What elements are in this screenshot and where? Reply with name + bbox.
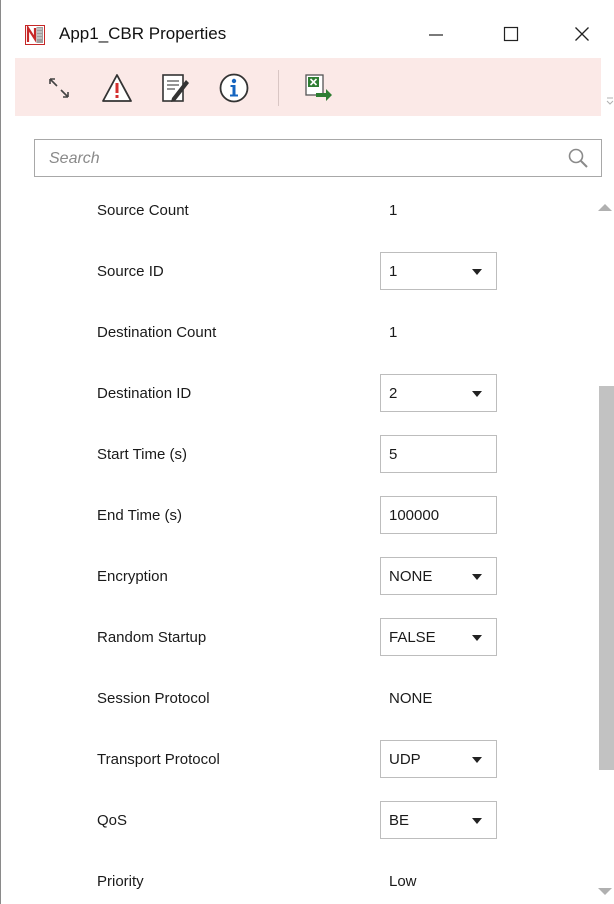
search-box[interactable] [34,139,602,177]
property-label: Encryption [97,568,168,585]
title-bar[interactable]: App1_CBR Properties [1,0,614,58]
property-row-source-id: Source ID 1 [1,241,597,302]
property-row-qos: QoS BE [1,790,597,851]
minimize-button[interactable] [413,14,459,54]
property-label: End Time (s) [97,507,183,524]
property-label: Source ID [97,263,164,280]
dropdown-value: UDP [389,751,421,768]
netsim-app-icon [25,24,45,45]
dropdown-value: BE [389,812,410,829]
dropdown-value: FALSE [389,629,436,646]
maximize-button[interactable] [488,14,534,54]
property-label: Session Protocol [97,690,210,707]
property-row-random-startup: Random Startup FALSE [1,607,597,668]
property-value: Low [389,873,417,890]
scrollbar-thumb[interactable] [599,386,614,770]
property-row-destination-count: Destination Count 1 [1,302,597,363]
search-input[interactable] [47,147,531,171]
properties-window: App1_CBR Properties Search Source Count … [0,0,614,904]
export-excel-icon [305,74,332,101]
scroll-down-arrow[interactable] [598,888,612,895]
dropdown-value: NONE [389,568,433,585]
expand-icon [49,78,69,98]
window-title: App1_CBR Properties [59,24,227,43]
property-label: Source Count [97,202,189,219]
toolbar-overflow-arrow[interactable] [605,60,614,116]
property-label: Destination Count [97,324,217,341]
random-startup-dropdown[interactable]: FALSE [380,618,497,656]
dropdown-value: 1 [389,263,398,280]
property-value: 1 [389,324,398,341]
scroll-up-arrow[interactable] [598,204,612,211]
search-icon[interactable] [567,147,589,169]
property-value: NONE [389,690,433,707]
property-row-destination-id: Destination ID 2 [1,363,597,424]
export-excel-button[interactable] [299,70,339,106]
dropdown-value: 2 [389,385,398,402]
property-row-priority: Priority Low [1,851,597,904]
property-label: Priority [97,873,144,890]
edit-document-icon [162,74,189,102]
info-icon [219,73,249,103]
property-value: 1 [389,202,398,219]
chevron-down-icon[interactable] [472,391,482,397]
source-id-dropdown[interactable]: 1 [380,252,497,290]
end-time-input[interactable]: 100000 [380,496,497,534]
toolbar [15,58,601,116]
qos-dropdown[interactable]: BE [380,801,497,839]
toolbar-separator [278,70,279,106]
close-icon [575,27,589,41]
start-time-input[interactable]: 5 [380,435,497,473]
chevron-down-icon[interactable] [472,269,482,275]
property-label: Destination ID [97,385,192,402]
warning-button[interactable] [97,70,137,106]
property-label: Transport Protocol [97,751,220,768]
destination-id-dropdown[interactable]: 2 [380,374,497,412]
input-value: 5 [389,446,398,463]
close-button[interactable] [559,14,605,54]
chevron-down-icon[interactable] [472,574,482,580]
property-label: QoS [97,812,128,829]
property-row-end-time: End Time (s) 100000 [1,485,597,546]
chevron-down-icon[interactable] [472,757,482,763]
property-row-transport-protocol: Transport Protocol UDP [1,729,597,790]
property-row-start-time: Start Time (s) 5 [1,424,597,485]
property-row-source-count: Source Count 1 [1,180,597,241]
property-label: Start Time (s) [97,446,188,463]
info-button[interactable] [214,70,254,106]
property-row-session-protocol: Session Protocol NONE [1,668,597,729]
property-row-encryption: Encryption NONE [1,546,597,607]
expand-button[interactable] [39,70,79,106]
minimize-icon [429,34,443,36]
property-grid: Source Count 1 Source ID 1 Destination C… [1,180,597,904]
encryption-dropdown[interactable]: NONE [380,557,497,595]
chevron-down-icon[interactable] [472,635,482,641]
warning-icon [102,74,132,102]
edit-document-button[interactable] [155,70,195,106]
chevron-down-icon[interactable] [472,818,482,824]
transport-protocol-dropdown[interactable]: UDP [380,740,497,778]
input-value: 100000 [389,507,440,524]
maximize-icon [503,26,519,42]
property-label: Random Startup [97,629,207,646]
